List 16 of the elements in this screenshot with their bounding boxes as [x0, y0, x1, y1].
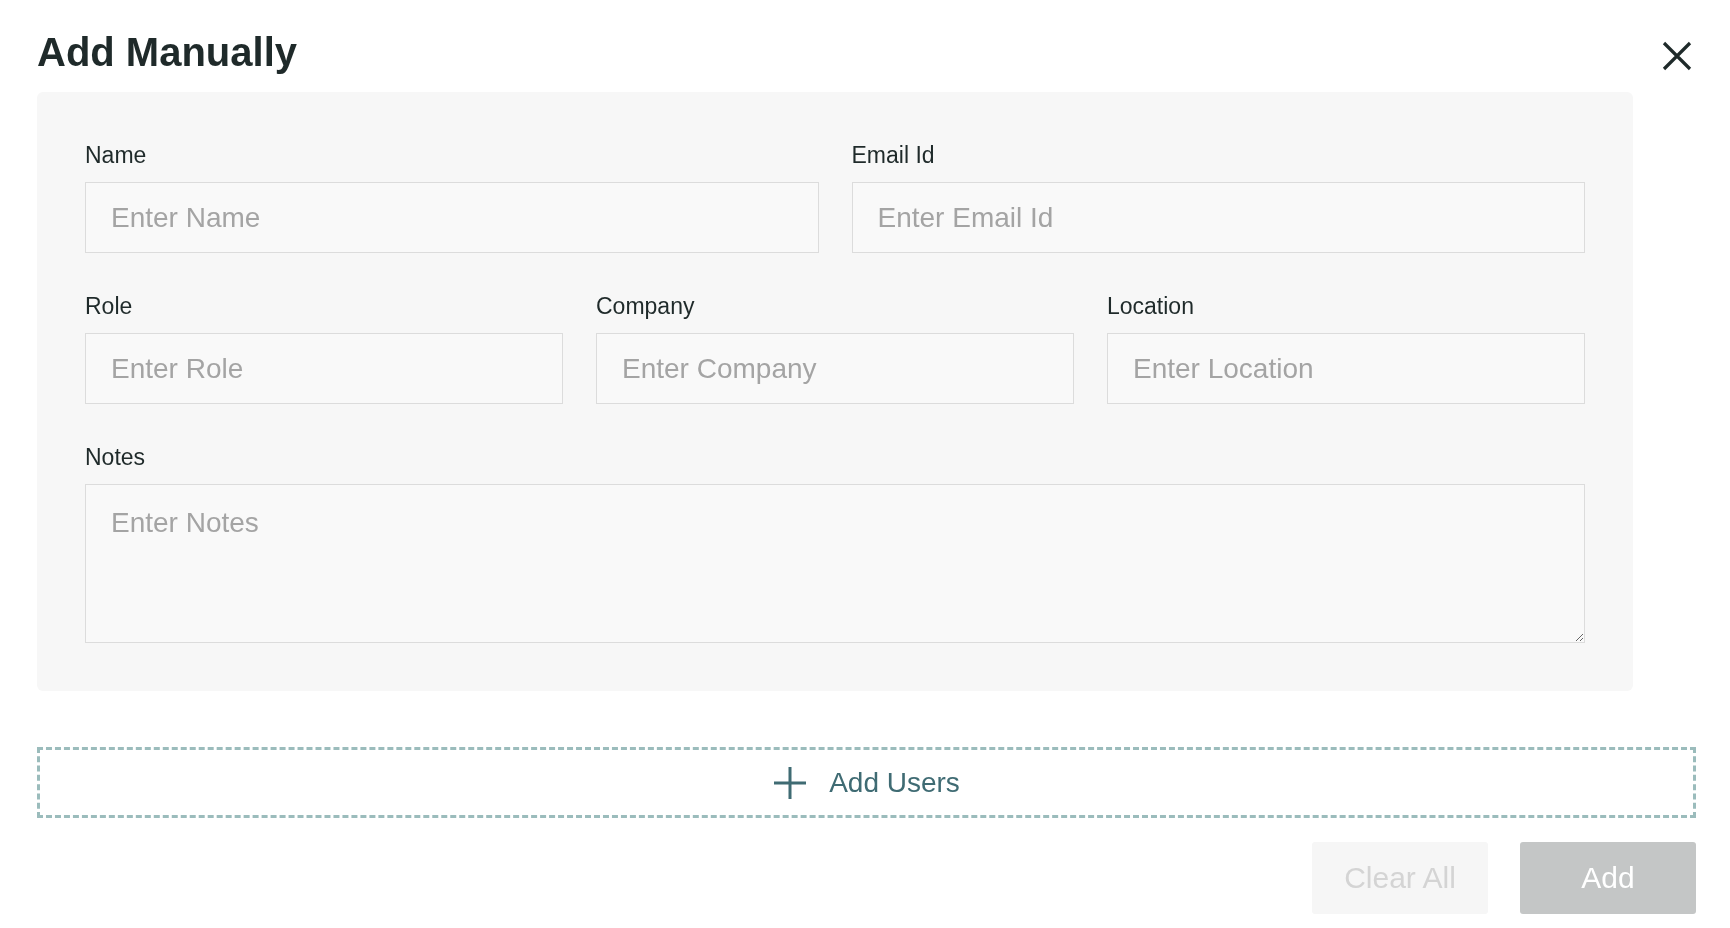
input-field[interactable]: Enter Role [85, 333, 563, 404]
field-label: Name [85, 142, 148, 169]
input-field[interactable]: Enter Company [596, 333, 1074, 404]
input-field[interactable]: Enter Name [85, 182, 819, 253]
input-field[interactable]: Enter Location [1107, 333, 1585, 404]
close-icon [1662, 41, 1692, 71]
field-label: Role [85, 293, 134, 320]
add-users-button[interactable]: Add Users [37, 747, 1696, 818]
plus-icon [773, 765, 808, 800]
notes-field[interactable]: Enter Notes [85, 484, 1585, 643]
field-label: Notes [85, 444, 147, 471]
field-label: Location [1107, 293, 1195, 320]
input-field[interactable]: Enter Email Id [851, 182, 1585, 253]
field-label: Email Id [851, 142, 936, 169]
dialog-title: Add Manually [37, 29, 298, 75]
field-label: Company [596, 293, 696, 320]
